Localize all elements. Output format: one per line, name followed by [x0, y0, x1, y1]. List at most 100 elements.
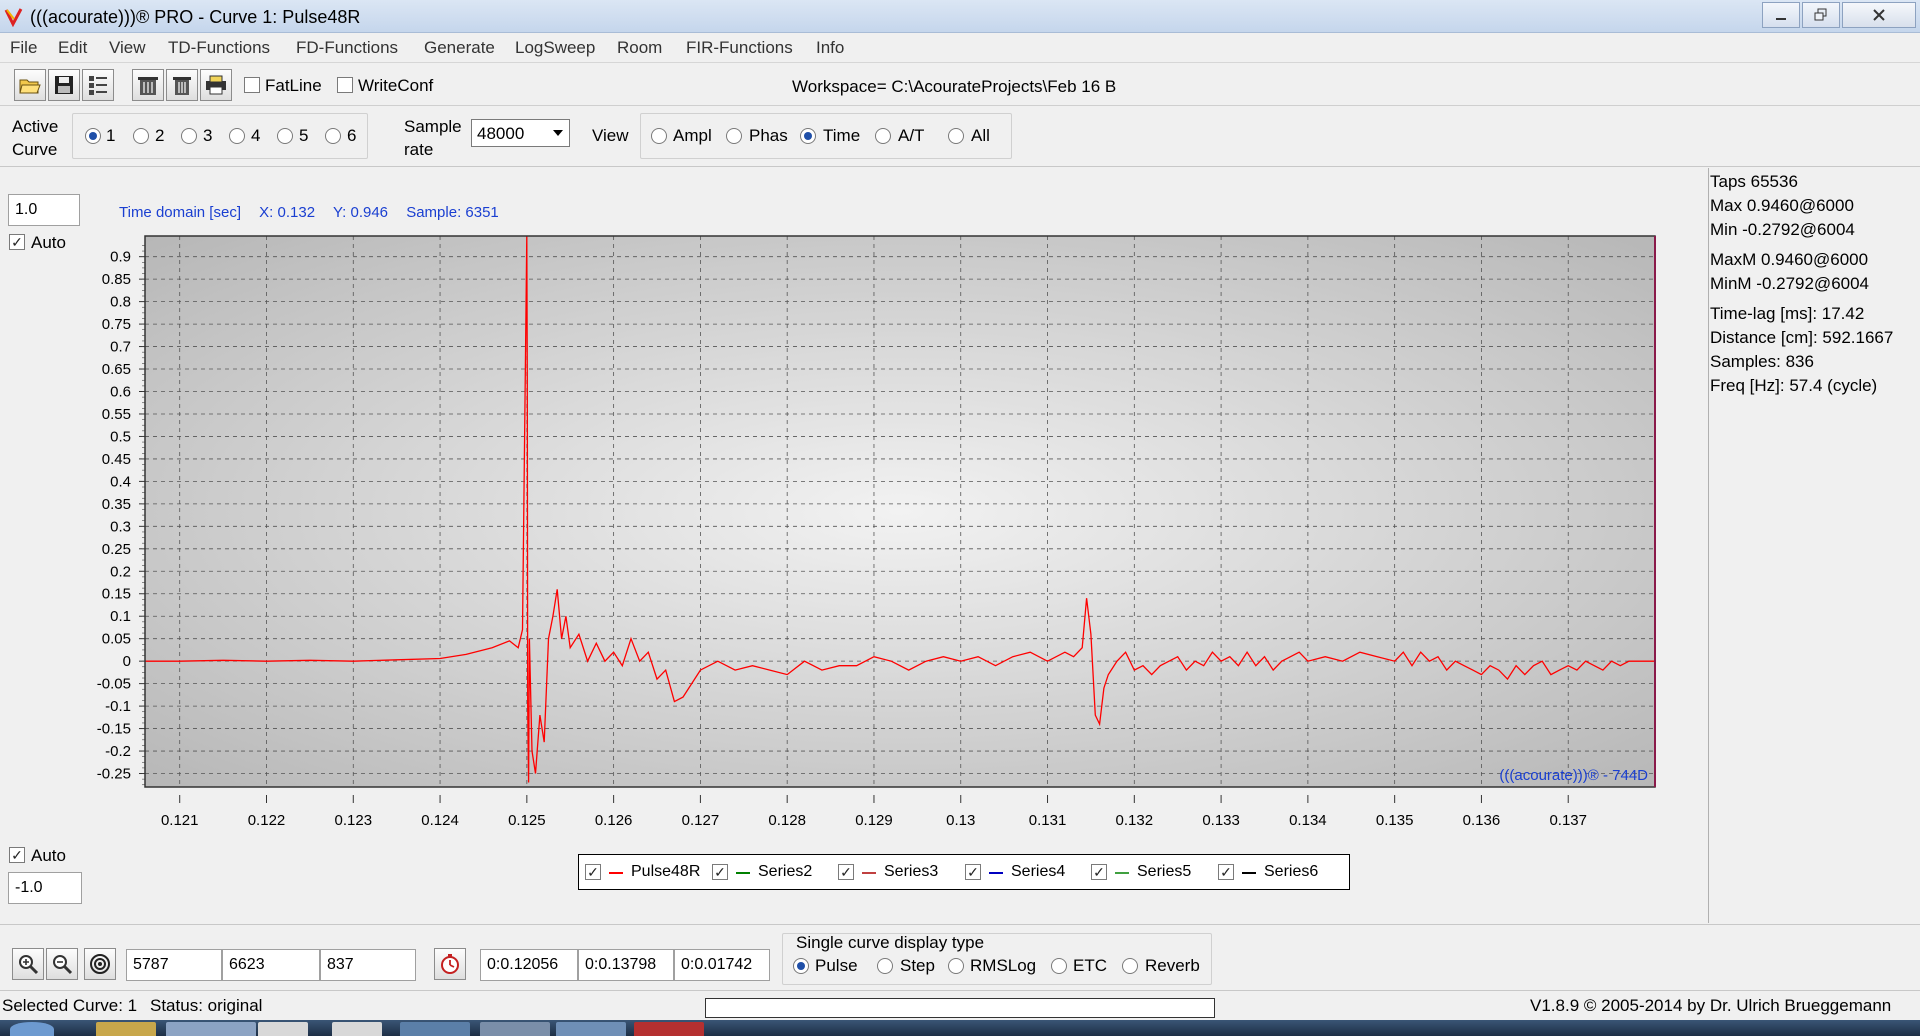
x-tick-label: 0.134 — [1289, 812, 1327, 829]
y-tick-label: 0.85 — [102, 271, 131, 288]
timelag-info: Time-lag [ms]: 17.42 — [1710, 304, 1865, 323]
progress-bar — [705, 998, 1215, 1018]
taskbar-app-5[interactable] — [480, 1022, 550, 1036]
display-reverb-label: Reverb — [1145, 956, 1200, 975]
status-bar: Selected Curve: 1 Status: original V1.8.… — [0, 990, 1920, 1020]
legend-swatch — [1242, 872, 1256, 874]
legend-checkbox[interactable]: ✓ — [1091, 864, 1107, 880]
legend-checkbox[interactable]: ✓ — [838, 864, 854, 880]
zoom-out-icon — [53, 955, 73, 975]
x-tick-label: 0.123 — [335, 812, 373, 829]
legend-checkbox[interactable]: ✓ — [585, 864, 601, 880]
y-tick-label: 0.45 — [102, 451, 131, 468]
y-tick-label: 0.25 — [102, 541, 131, 558]
sample-from-input[interactable] — [126, 949, 222, 981]
x-tick-label: 0.124 — [421, 812, 459, 829]
sample-count-input[interactable] — [320, 949, 416, 981]
display-reverb-radio[interactable] — [1122, 958, 1138, 974]
auto-bottom-checkbox[interactable]: ✓ — [9, 847, 25, 863]
y-tick-label: 0.65 — [102, 361, 131, 378]
freq-info: Freq [Hz]: 57.4 (cycle) — [1710, 376, 1878, 395]
legend-checkbox[interactable]: ✓ — [712, 864, 728, 880]
zoom-in-button[interactable] — [12, 948, 44, 980]
auto-bottom-label: Auto — [31, 846, 66, 865]
display-type-label: Single curve display type — [796, 933, 985, 952]
zoom-reset-button[interactable] — [84, 948, 116, 980]
legend-item[interactable]: ✓ Series6 — [1218, 863, 1342, 883]
x-tick-label: 0.133 — [1202, 812, 1240, 829]
taskbar-acourate[interactable] — [634, 1022, 704, 1036]
x-tick-label: 0.122 — [248, 812, 286, 829]
display-pulse-radio[interactable] — [793, 958, 809, 974]
stopwatch-icon — [441, 954, 459, 974]
legend-item[interactable]: ✓ Series2 — [712, 863, 836, 883]
x-tick-label: 0.129 — [855, 812, 893, 829]
legend-item[interactable]: ✓ Series3 — [838, 863, 962, 883]
x-tick-label: 0.128 — [768, 812, 806, 829]
x-tick-label: 0.135 — [1376, 812, 1414, 829]
display-step-radio[interactable] — [877, 958, 893, 974]
y-tick-label: 0.75 — [102, 316, 131, 333]
x-tick-label: 0.136 — [1463, 812, 1501, 829]
legend-item[interactable]: ✓ Series4 — [965, 863, 1089, 883]
time-to-input[interactable] — [578, 949, 674, 981]
y-tick-label: 0.55 — [102, 406, 131, 423]
y-tick-label: 0.4 — [110, 473, 131, 490]
legend-swatch — [1115, 872, 1129, 874]
version-info: V1.8.9 © 2005-2014 by Dr. Ulrich Bruegge… — [1530, 996, 1892, 1015]
taskbar-app-3[interactable] — [332, 1022, 382, 1036]
acourate-watermark: (((acourate)))® - 744D — [1499, 767, 1648, 784]
legend-item[interactable]: ✓ Pulse48R — [585, 863, 709, 883]
legend-swatch — [736, 872, 750, 874]
maxm-info: MaxM 0.9460@6000 — [1710, 250, 1869, 269]
legend-label: Series4 — [1011, 863, 1066, 880]
zoom-in-icon — [19, 955, 39, 975]
x-tick-label: 0.131 — [1029, 812, 1067, 829]
taskbar-app-6[interactable] — [556, 1022, 626, 1036]
taskbar-app-4[interactable] — [400, 1022, 470, 1036]
taskbar-app-1[interactable] — [166, 1022, 256, 1036]
legend-label: Series3 — [884, 863, 939, 880]
y-tick-label: -0.25 — [97, 766, 131, 783]
y-tick-label: 0.7 — [110, 339, 131, 356]
selected-curve-status: Selected Curve: 1 — [2, 996, 138, 1015]
taskbar-app-2[interactable] — [258, 1022, 308, 1036]
zoom-out-button[interactable] — [46, 948, 78, 980]
legend-label: Series6 — [1264, 863, 1319, 880]
time-span-input[interactable] — [674, 949, 770, 981]
close-button[interactable] — [1842, 2, 1916, 28]
y-min-input[interactable] — [8, 872, 82, 904]
restore-button[interactable] — [1802, 2, 1840, 28]
bottom-controls: Single curve display type Pulse Step RMS… — [0, 924, 1920, 989]
display-pulse-label: Pulse — [815, 956, 858, 975]
chart-legend: ✓ Pulse48R ✓ Series2 ✓ Series3 ✓ Series4 ✓ Series… — [578, 854, 1350, 890]
y-tick-label: 0.3 — [110, 518, 131, 535]
display-etc-radio[interactable] — [1051, 958, 1067, 974]
x-tick-label: 0.121 — [161, 812, 199, 829]
display-etc-label: ETC — [1073, 956, 1107, 975]
minimize-button[interactable] — [1762, 2, 1800, 28]
taps-info: Taps 65536 — [1710, 172, 1798, 191]
y-tick-label: 0.8 — [110, 294, 131, 311]
legend-swatch — [609, 872, 623, 874]
samples-info: Samples: 836 — [1710, 352, 1814, 371]
plot-background — [145, 236, 1655, 787]
y-tick-label: 0.1 — [110, 608, 131, 625]
legend-swatch — [989, 872, 1003, 874]
time-domain-plot[interactable]: 0.9 0.85 0.8 0.75 0.7 0.65 0.6 0.55 0.5 0.45 0.4 0.… — [0, 0, 1708, 860]
legend-checkbox[interactable]: ✓ — [1218, 864, 1234, 880]
legend-checkbox[interactable]: ✓ — [965, 864, 981, 880]
legend-item[interactable]: ✓ Series5 — [1091, 863, 1215, 883]
start-orb[interactable] — [10, 1022, 54, 1036]
y-tick-label: 0.35 — [102, 496, 131, 513]
x-axis-ticks: 0.121 0.122 0.123 0.124 0.125 0.126 0.127 0.128… — [161, 795, 1587, 829]
curve-status: Status: original — [150, 996, 263, 1015]
close-icon — [1873, 9, 1885, 21]
taskbar-explorer[interactable] — [96, 1022, 156, 1036]
y-axis-ticks: 0.9 0.85 0.8 0.75 0.7 0.65 0.6 0.55 0.5 0.45 0.4 0.… — [97, 245, 145, 786]
stopwatch-button[interactable] — [434, 948, 466, 980]
sample-to-input[interactable] — [222, 949, 320, 981]
time-from-input[interactable] — [480, 949, 578, 981]
display-rmslog-radio[interactable] — [948, 958, 964, 974]
legend-label: Series2 — [758, 863, 813, 880]
